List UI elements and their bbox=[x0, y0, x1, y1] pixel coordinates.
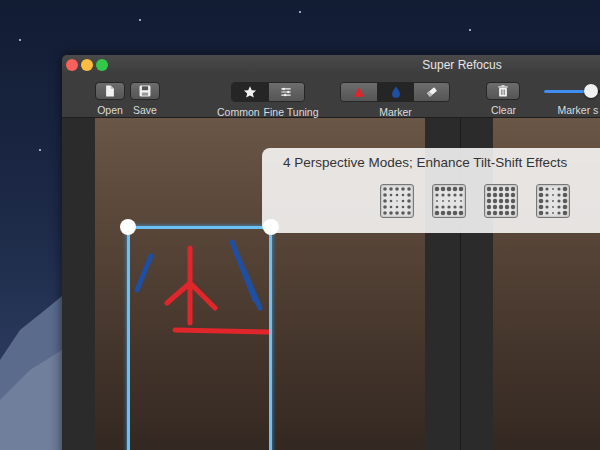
clear-button[interactable] bbox=[486, 82, 520, 100]
title-bar: Super Refocus bbox=[62, 55, 600, 75]
triangle-marker-icon bbox=[352, 85, 366, 99]
perspective-mode-button[interactable] bbox=[380, 184, 414, 218]
clear-label: Clear bbox=[491, 104, 516, 116]
perspective-mode-button[interactable] bbox=[536, 184, 570, 218]
open-label: Open bbox=[97, 104, 123, 116]
dot-grid-icon bbox=[433, 185, 465, 217]
mode-tab[interactable] bbox=[232, 83, 268, 101]
perspective-mode-button[interactable] bbox=[432, 184, 466, 218]
resize-handle[interactable] bbox=[120, 219, 136, 235]
save-button-group: Save bbox=[130, 82, 160, 116]
app-window: Super Refocus Open Save Common Fine Tuning M… bbox=[62, 55, 600, 450]
close-button[interactable] bbox=[66, 59, 78, 71]
save-label: Save bbox=[133, 104, 157, 116]
mode-tab[interactable] bbox=[268, 83, 304, 101]
drop-marker-icon bbox=[389, 85, 403, 99]
marker-size-knob[interactable] bbox=[584, 84, 598, 98]
eraser-icon bbox=[425, 85, 439, 99]
perspective-modes bbox=[262, 184, 600, 218]
clear-button-group: Clear bbox=[486, 82, 520, 116]
trash-icon bbox=[496, 84, 510, 98]
feature-callout: 4 Perspective Modes; Enhance Tilt-Shift … bbox=[262, 148, 600, 233]
selection-rectangle[interactable] bbox=[127, 226, 272, 450]
marker-tools: Marker bbox=[340, 82, 450, 118]
dot-grid-icon bbox=[485, 185, 517, 217]
open-icon bbox=[103, 84, 117, 98]
sliders-icon bbox=[279, 85, 293, 99]
save-button[interactable] bbox=[130, 82, 160, 100]
minimize-button[interactable] bbox=[81, 59, 93, 71]
marker-size-control: Marker s bbox=[544, 82, 600, 116]
open-button-group: Open bbox=[95, 82, 125, 116]
marker-size-track[interactable] bbox=[544, 90, 600, 93]
window-title: Super Refocus bbox=[62, 55, 600, 75]
marker-segmented-control bbox=[340, 82, 450, 102]
mode-tab-labels: Common Fine Tuning bbox=[217, 102, 318, 118]
marker-size-label: Marker s bbox=[544, 104, 600, 116]
dot-grid-icon bbox=[381, 185, 413, 217]
marker-tool[interactable] bbox=[341, 83, 377, 101]
zoom-button[interactable] bbox=[96, 59, 108, 71]
marker-label: Marker bbox=[379, 106, 412, 118]
marker-tool[interactable] bbox=[377, 83, 413, 101]
marker-tool[interactable] bbox=[413, 83, 449, 101]
callout-text: 4 Perspective Modes; Enhance Tilt-Shift … bbox=[262, 154, 600, 172]
mode-tab-label: Fine Tuning bbox=[264, 106, 319, 118]
dot-grid-icon bbox=[537, 185, 569, 217]
open-button[interactable] bbox=[95, 82, 125, 100]
mode-tabs: Common Fine Tuning bbox=[217, 82, 318, 118]
floppy-disk-icon bbox=[138, 84, 152, 98]
toolbar: Open Save Common Fine Tuning Marker Clear Mark… bbox=[62, 75, 600, 118]
star-icon bbox=[243, 85, 257, 99]
perspective-mode-button[interactable] bbox=[484, 184, 518, 218]
mode-tab-label: Common bbox=[217, 106, 260, 118]
mode-segmented-control bbox=[231, 82, 305, 102]
